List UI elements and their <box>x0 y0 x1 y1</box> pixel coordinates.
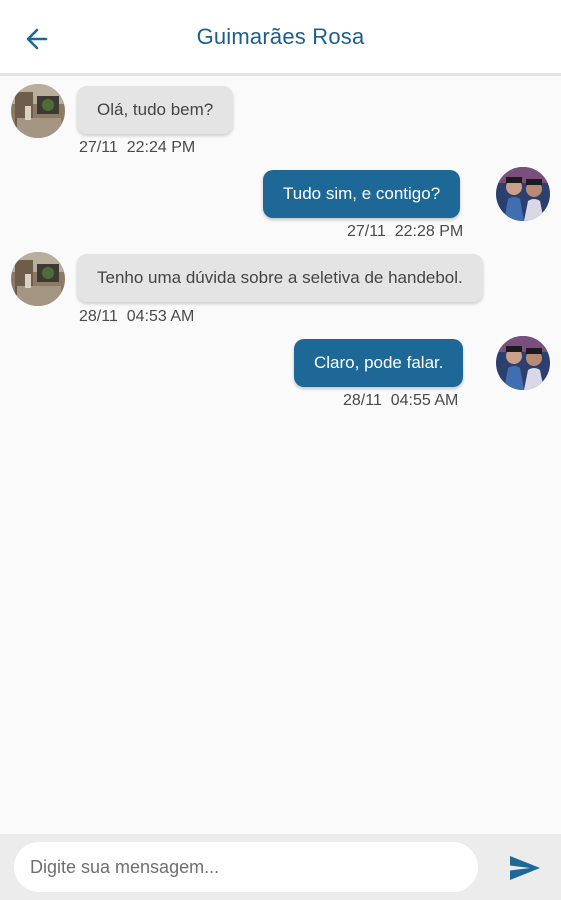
contact-avatar-image <box>11 252 65 306</box>
chat-screen: Guimarães Rosa Olá, tudo bem? 27/11 22:2… <box>0 0 561 900</box>
send-button[interactable] <box>504 852 544 884</box>
message-bubble[interactable]: Claro, pode falar. <box>294 339 464 387</box>
message-bubble[interactable]: Olá, tudo bem? <box>77 86 234 134</box>
user-avatar[interactable] <box>496 336 550 390</box>
message-composer <box>0 834 561 900</box>
contact-avatar[interactable] <box>11 84 65 138</box>
message-timestamp: 27/11 22:28 PM <box>347 223 464 240</box>
user-avatar-image <box>496 336 550 390</box>
user-avatar[interactable] <box>496 167 550 221</box>
contact-avatar-image <box>11 84 65 138</box>
contact-name: Guimarães Rosa <box>196 24 365 49</box>
message-bubble[interactable]: Tudo sim, e contigo? <box>263 170 461 218</box>
user-avatar-image <box>496 167 550 221</box>
app-header: Guimarães Rosa <box>0 0 561 76</box>
message-input[interactable] <box>14 842 478 892</box>
message-timestamp: 28/11 04:55 AM <box>343 392 459 409</box>
contact-avatar[interactable] <box>11 252 65 306</box>
message-timestamp: 28/11 04:53 AM <box>79 308 195 325</box>
message-bubble[interactable]: Tenho uma dúvida sobre a seletiva de han… <box>77 254 483 302</box>
send-icon <box>510 856 540 880</box>
message-timestamp: 27/11 22:24 PM <box>79 139 196 156</box>
